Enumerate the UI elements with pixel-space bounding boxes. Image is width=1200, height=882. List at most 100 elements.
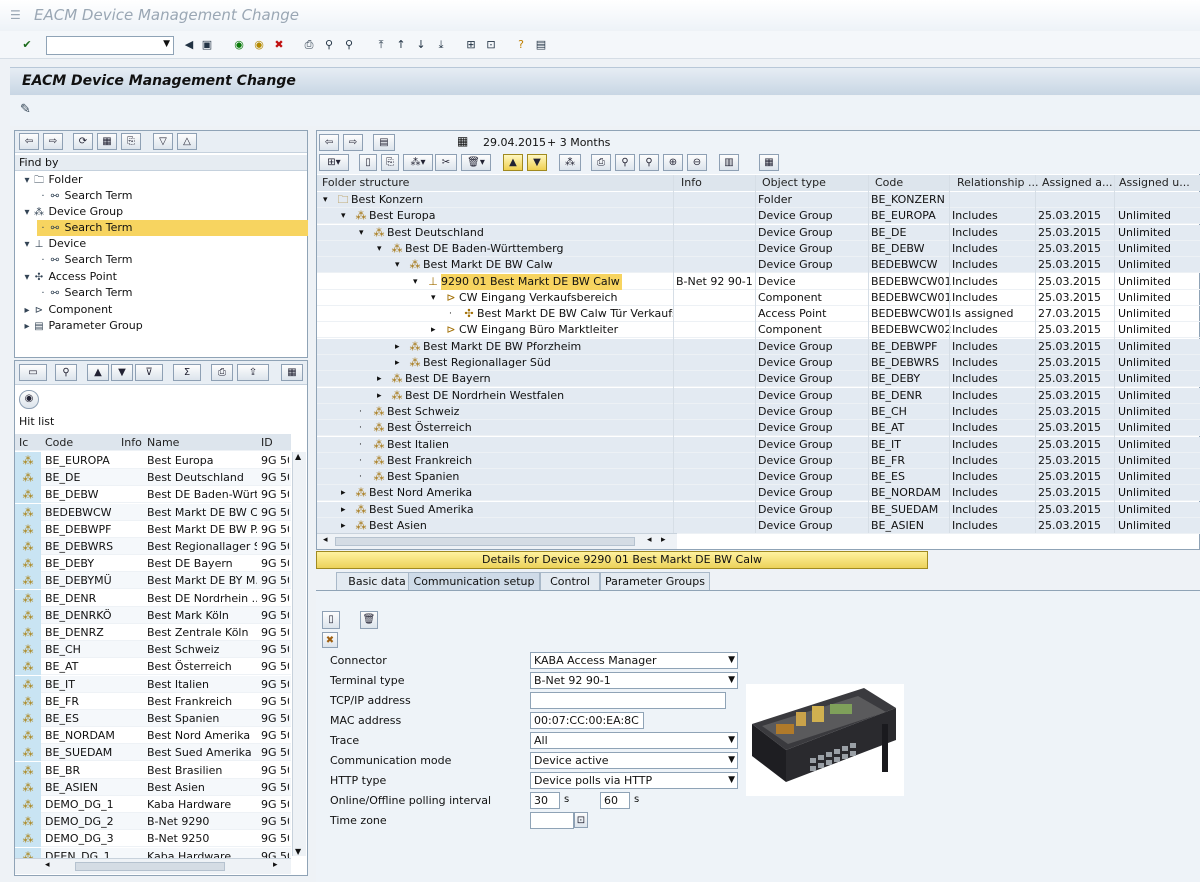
table-row[interactable]: ⁂ BE_DEBWPF Best Markt DE BW P... 9G 50 (15, 520, 291, 538)
layout-button[interactable]: ▦ (759, 154, 779, 171)
table-row[interactable]: ⁂ BE_DENRZ Best Zentrale Köln 9G 50 (15, 624, 291, 641)
move-up-button[interactable]: ▲ (503, 154, 523, 171)
edit-toggle-icon[interactable]: ✎ (20, 102, 31, 117)
tree-node-component[interactable]: ▸ ⊳ Component (21, 302, 112, 318)
expand-all-button[interactable]: ⊕ (663, 154, 683, 171)
chevron-down-icon[interactable]: ▼ (728, 773, 735, 788)
refresh-button[interactable]: ⟳ (73, 133, 93, 150)
tree-row[interactable]: ▾ ⊥ 9290 01 Best Markt DE BW Calw B-Net 92 … (317, 273, 1200, 290)
expand-arrow-icon[interactable]: ▾ (395, 257, 407, 273)
scroll-thumb[interactable] (75, 862, 225, 871)
back-icon[interactable]: ◉ (230, 36, 248, 54)
column-header-relationship[interactable]: Relationship ... (957, 175, 1039, 191)
trace-select[interactable]: All ▼ (530, 732, 738, 749)
table-row[interactable]: ⁂ BE_DE Best Deutschland 9G 50 (15, 469, 291, 487)
column-header-assigned-from[interactable]: Assigned a... (1042, 175, 1112, 191)
tree-row[interactable]: · ⁂ Best Spanien Device Group BE_ES Includes 2… (317, 469, 1200, 486)
hierarchy-button[interactable]: ⁂▾ (403, 154, 433, 171)
expand-arrow-icon[interactable]: ▾ (21, 270, 33, 286)
tree-row[interactable]: ▸ ⊳ CW Eingang Büro Marktleiter Component BE… (317, 322, 1200, 339)
tree-row[interactable]: ▸ ⁂ Best Asien Device Group BE_ASIEN Includes… (317, 518, 1200, 534)
delete-button[interactable]: 🗑▾ (461, 154, 491, 171)
forward-button[interactable]: ⇨ (343, 134, 363, 151)
hit-list-scrollbar[interactable]: ▲ ▼ (292, 452, 306, 856)
expand-arrow-icon[interactable]: · (359, 453, 371, 469)
layout-button[interactable]: ▦ (281, 364, 303, 381)
tcpip-input[interactable] (530, 692, 726, 709)
value-help-icon[interactable]: ⊡ (574, 812, 588, 828)
command-field[interactable]: ▼ (46, 36, 174, 55)
save-icon[interactable]: ▣ (198, 36, 216, 54)
expand-arrow-icon[interactable]: ▸ (395, 355, 407, 371)
chevron-down-icon[interactable]: ▼ (728, 673, 735, 688)
tree-row[interactable]: · ⁂ Best Schweiz Device Group BE_CH Includes 2… (317, 403, 1200, 420)
print-button[interactable]: ⎙ (591, 154, 611, 171)
expand-arrow-icon[interactable]: ▾ (377, 241, 389, 257)
expand-arrow-icon[interactable]: ▸ (341, 518, 353, 534)
exit-icon[interactable]: ◉ (250, 36, 268, 54)
last-page-icon[interactable]: ⤓ (432, 36, 450, 54)
collapse-button[interactable]: △ (177, 133, 197, 150)
expand-arrow-icon[interactable]: ▸ (21, 303, 33, 319)
tree-row[interactable]: ▾ ⁂ Best DE Baden-Württemberg Device Group B… (317, 240, 1200, 257)
expand-arrow-icon[interactable]: ▾ (431, 290, 443, 306)
next-page-icon[interactable]: ↓ (412, 36, 430, 54)
expand-arrow-icon[interactable]: ▸ (341, 485, 353, 501)
table-row[interactable]: ⁂ BE_DEBY Best DE Bayern 9G 50 (15, 555, 291, 573)
find-next-icon[interactable]: ⚲ (340, 36, 358, 54)
forward-button[interactable]: ⇨ (43, 133, 63, 150)
table-row[interactable]: ⁂ BE_DEBWRS Best Regionallager S... 9G 50 (15, 538, 291, 555)
scroll-left-icon[interactable]: ◂ (323, 535, 328, 545)
export-button[interactable]: ⇪ (237, 364, 269, 381)
copy-button[interactable]: ⎘ (121, 133, 141, 150)
tree-row[interactable]: ▸ ⁂ Best DE Nordrhein Westfalen Device Grou… (317, 387, 1200, 404)
table-row[interactable]: ⁂ BE_BR Best Brasilien 9G 50 (15, 761, 291, 779)
tab-parameter-groups[interactable]: Parameter Groups (600, 572, 710, 591)
column-header-info[interactable]: Info (681, 175, 702, 191)
table-row[interactable]: ⁂ BE_CH Best Schweiz 9G 50 (15, 641, 291, 659)
layout-icon[interactable]: ▤ (532, 36, 550, 54)
tree-node-folder-search-term[interactable]: · ⚯ Search Term (37, 188, 132, 204)
new-document-icon[interactable]: ▯ (322, 611, 340, 629)
chevron-down-icon[interactable]: ▼ (163, 39, 170, 49)
tree-node-device-search-term[interactable]: · ⚯ Search Term (37, 252, 132, 268)
column-header-icon[interactable]: Ic (19, 434, 28, 451)
move-down-button[interactable]: ▼ (527, 154, 547, 171)
table-row[interactable]: ⁂ DEMO_DG_2 B-Net 9290 9G 50 (15, 813, 291, 831)
expand-arrow-icon[interactable]: ▾ (341, 208, 353, 224)
tab-control[interactable]: Control (540, 572, 600, 591)
tab-communication-setup[interactable]: Communication setup (408, 572, 540, 591)
first-page-icon[interactable]: ⤒ (372, 36, 390, 54)
find-next-button[interactable]: ⚲ (639, 154, 659, 171)
tree-node-parameter-group[interactable]: ▸ ▤ Parameter Group (21, 318, 142, 334)
details-button[interactable]: ▭ (19, 364, 47, 381)
chevron-down-icon[interactable]: ▼ (728, 653, 735, 668)
new-session-icon[interactable]: ⊞ (462, 36, 480, 54)
tree-row[interactable]: ▾ ⊳ CW Eingang Verkaufsbereich Component BED… (317, 290, 1200, 306)
expand-arrow-icon[interactable]: ▸ (377, 388, 389, 404)
shortcut-icon[interactable]: ⊡ (482, 36, 500, 54)
copy-button[interactable]: ⎘ (381, 154, 399, 171)
previous-page-icon[interactable]: ↑ (392, 36, 410, 54)
back-arrow-icon[interactable]: ◀ (180, 36, 198, 54)
tree-row[interactable]: ▸ ⁂ Best Sued Amerika Device Group BE_SUEDAM… (317, 501, 1200, 518)
tree-node-device[interactable]: ▾ ⊥ Device (21, 236, 86, 252)
tree-node-device-group[interactable]: ▾ ⁂ Device Group (21, 204, 123, 220)
column-header-code[interactable]: Code (45, 434, 73, 451)
tree-row[interactable]: · ⁂ Best Frankreich Device Group BE_FR Includ… (317, 452, 1200, 469)
trash-icon[interactable]: 🗑 (360, 611, 378, 629)
chevron-down-icon[interactable]: ▼ (728, 733, 735, 748)
cancel-icon[interactable]: ✖ (270, 36, 288, 54)
expand-arrow-icon[interactable]: ▾ (21, 237, 33, 253)
table-row[interactable]: ⁂ BE_DEBYMÜ Best Markt DE BY M... 9G 50 (15, 572, 291, 590)
scroll-right-icon[interactable]: ▸ (661, 535, 666, 545)
expand-arrow-icon[interactable]: ▸ (377, 371, 389, 387)
expand-arrow-icon[interactable]: ▸ (341, 502, 353, 518)
columns-button[interactable]: ▥ (719, 154, 739, 171)
calendar-icon[interactable]: ▦ (457, 134, 468, 148)
assign-button[interactable]: ⊞▾ (319, 154, 349, 171)
color-wheel-icon[interactable]: ◉ (19, 390, 39, 409)
sort-descending-button[interactable]: ▼ (111, 364, 133, 381)
help-icon[interactable]: ? (512, 36, 530, 54)
tree-row[interactable]: · ⁂ Best Italien Device Group BE_IT Includes 2… (317, 436, 1200, 453)
